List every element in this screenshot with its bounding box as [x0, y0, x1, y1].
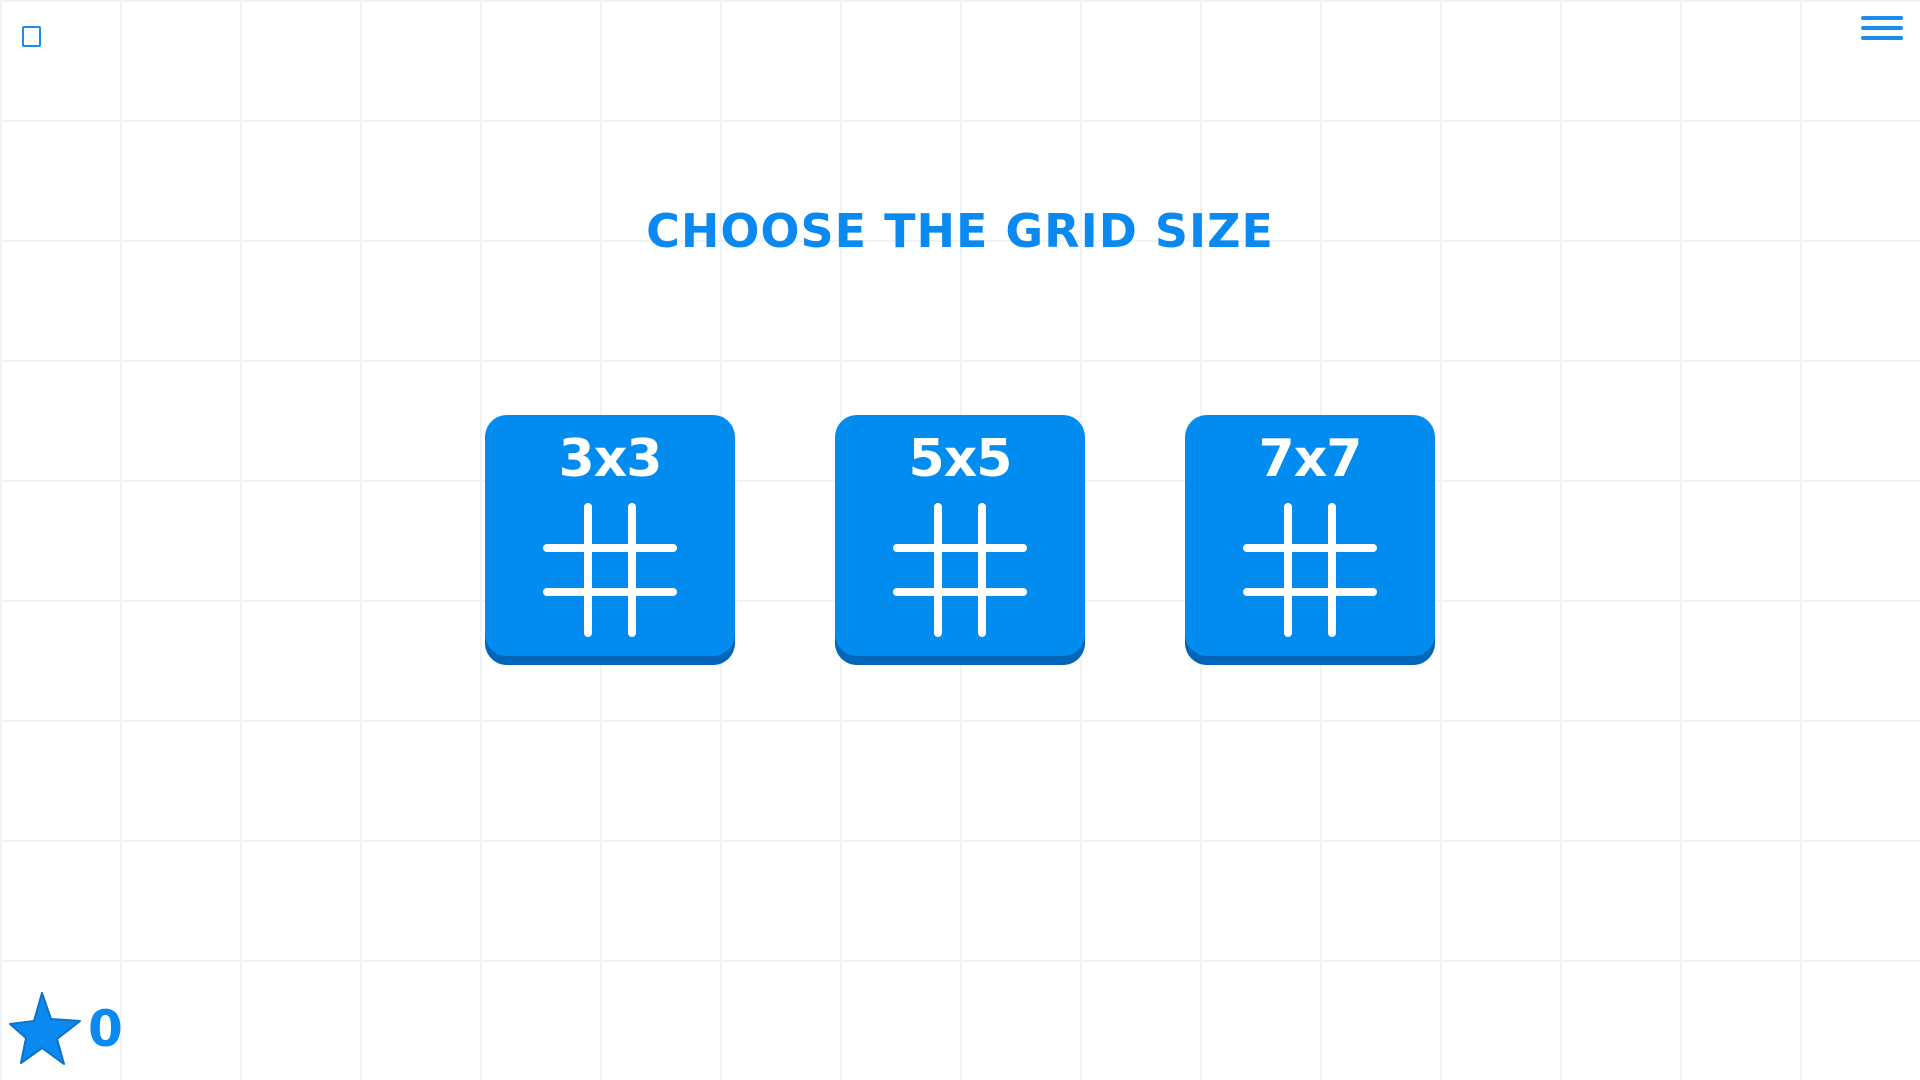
hamburger-menu-icon[interactable] — [1861, 16, 1903, 42]
square-outline-icon[interactable] — [22, 26, 41, 47]
score-display: 0 — [8, 990, 148, 1070]
page-title: CHOOSE THE GRID SIZE — [646, 204, 1274, 258]
grid-hash-icon — [543, 503, 677, 637]
hamburger-line-1 — [1861, 16, 1903, 20]
grid-size-label: 5x5 — [908, 429, 1013, 489]
grid-hash-icon — [893, 503, 1027, 637]
star-icon — [9, 992, 81, 1065]
grid-size-3x3-button[interactable]: 3x3 — [485, 415, 735, 665]
grid-size-5x5-button[interactable]: 5x5 — [835, 415, 1085, 665]
grid-size-label: 7x7 — [1258, 429, 1363, 489]
grid-size-label: 3x3 — [558, 429, 663, 489]
hamburger-line-2 — [1861, 26, 1903, 30]
hamburger-line-3 — [1861, 36, 1903, 40]
score-value: 0 — [88, 1000, 123, 1058]
grid-size-7x7-button[interactable]: 7x7 — [1185, 415, 1435, 665]
grid-hash-icon — [1243, 503, 1377, 637]
